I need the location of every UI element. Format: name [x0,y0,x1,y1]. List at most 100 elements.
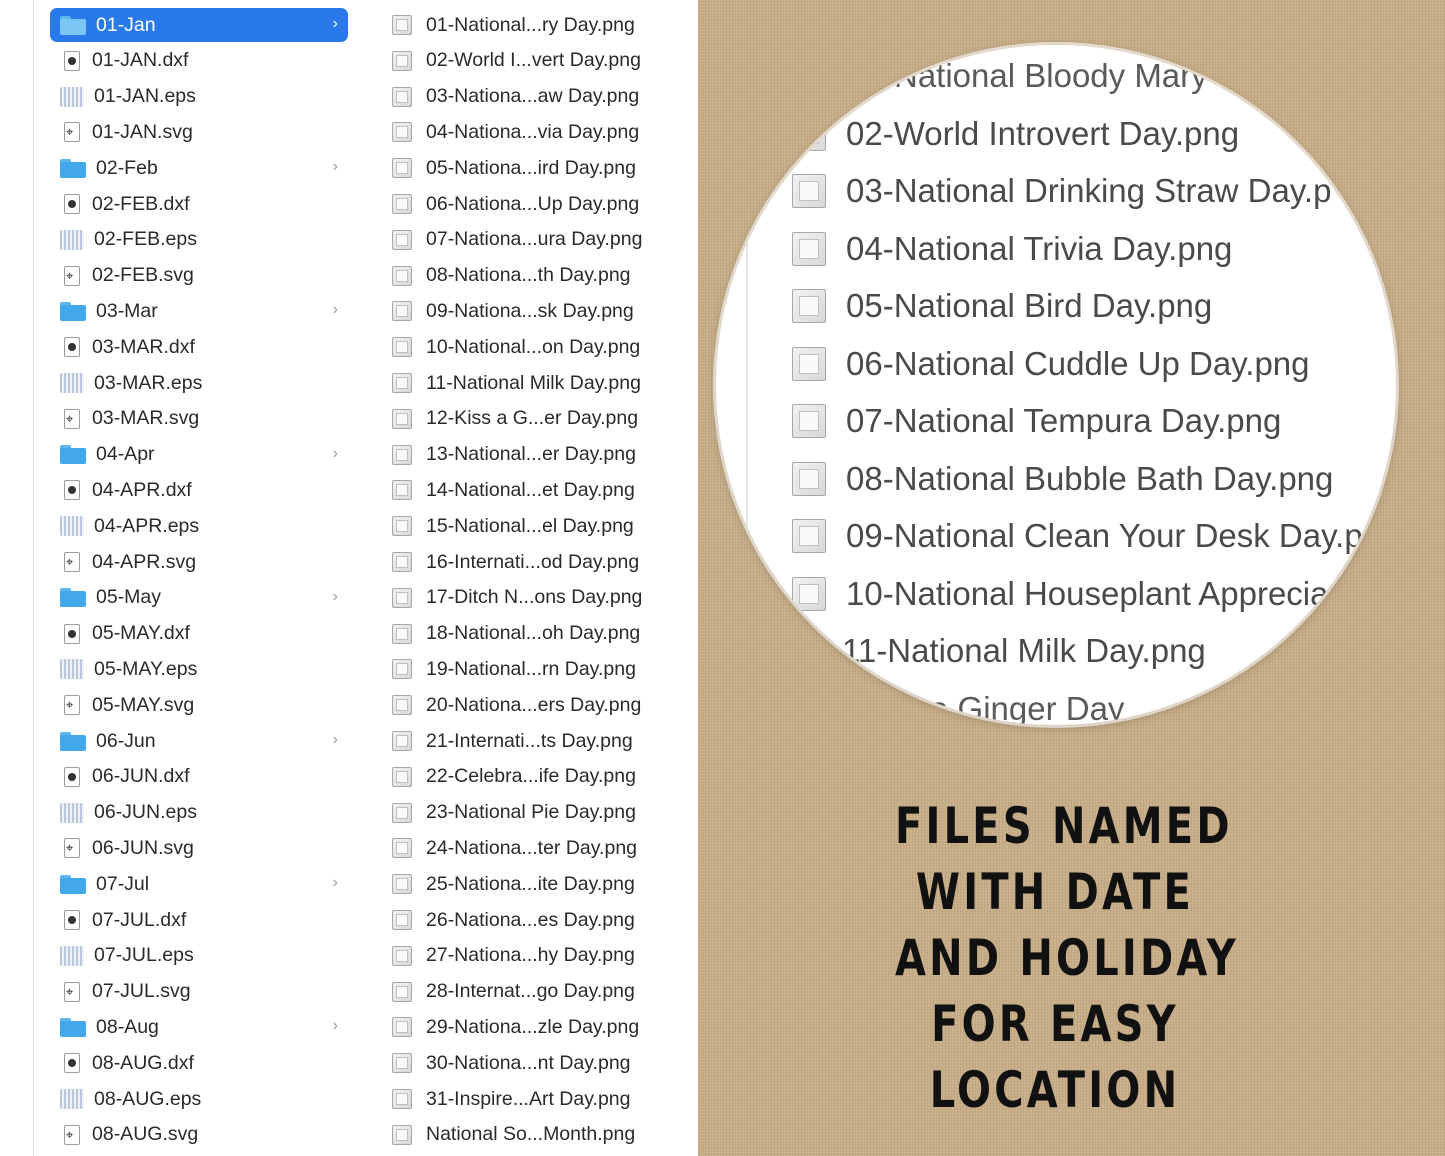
item-label: 03-MAR.svg [92,407,200,430]
column-divider [746,45,748,725]
file-row[interactable]: 03-Nationa...aw Day.png [392,80,692,114]
folder-row[interactable]: 07-Jul › [50,867,348,901]
file-row[interactable]: 01-JAN.dxf [50,44,348,78]
png-file-icon [392,1089,412,1109]
file-row[interactable]: 06-Nationa...Up Day.png [392,187,692,221]
item-label: 18-National...oh Day.png [426,622,641,645]
file-row[interactable]: 28-Internat...go Day.png [392,975,692,1009]
file-row[interactable]: 07-JUL.svg [50,975,348,1009]
file-row[interactable]: 05-MAY.eps [50,652,348,686]
file-row[interactable]: 07-JUL.dxf [50,903,348,937]
png-file-icon [392,1017,412,1038]
file-row[interactable]: 30-Nationa...nt Day.png [392,1046,692,1080]
item-label: 04-APR.svg [92,550,197,573]
file-row[interactable]: 08-AUG.eps [50,1082,348,1116]
zoomed-file-label: 07-National Tempura Day.png [846,402,1282,439]
file-row[interactable]: 09-Nationa...sk Day.png [392,294,692,328]
chevron-right-icon: › [332,15,338,32]
zoomed-file-row: 08-National Bubble Bath Day.png [792,454,1333,504]
png-file-icon [392,265,412,286]
file-row[interactable]: 02-World I...vert Day.png [392,44,692,78]
file-row[interactable]: 11-National Milk Day.png [392,366,692,400]
item-label: 06-Jun [96,729,156,752]
file-row[interactable]: 05-MAY.dxf [50,617,348,651]
file-row[interactable]: National So...Month.png [392,1118,692,1152]
file-row[interactable]: 03-MAR.dxf [50,330,348,364]
item-label: 09-Nationa...sk Day.png [426,299,634,322]
file-row[interactable]: 01-JAN.eps [50,80,348,114]
file-row[interactable]: 20-Nationa...ers Day.png [392,688,692,722]
file-row[interactable]: 29-Nationa...zle Day.png [392,1010,692,1044]
file-row[interactable]: 19-National...rn Day.png [392,652,692,686]
file-row[interactable]: 07-Nationa...ura Day.png [392,223,692,257]
file-row[interactable]: 12-Kiss a G...er Day.png [392,402,692,436]
file-row[interactable]: 05-MAY.svg [50,688,348,722]
zoomed-file-row: 05-National Bird Day.png [792,281,1212,331]
folder-row[interactable]: 08-Aug › [50,1010,348,1044]
folder-row[interactable]: 06-Jun › [50,724,348,758]
file-row[interactable]: 04-APR.svg [50,545,348,579]
file-row[interactable]: 15-National...el Day.png [392,509,692,543]
file-row[interactable]: 06-JUN.svg [50,831,348,865]
png-file-icon [392,766,412,787]
png-file-icon [392,480,412,501]
chevron-right-icon: › [332,874,338,892]
folder-row[interactable]: 03-Mar › [50,294,348,328]
file-row[interactable]: 04-APR.eps [50,509,348,543]
folder-row[interactable]: 05-May › [50,581,348,615]
file-row[interactable]: 06-JUN.eps [50,796,348,830]
file-row[interactable]: 23-National Pie Day.png [392,796,692,830]
file-row[interactable]: 03-MAR.eps [50,366,348,400]
file-row[interactable]: 10-National...on Day.png [392,330,692,364]
file-row[interactable]: 04-APR.dxf [50,473,348,507]
file-row[interactable]: 25-Nationa...ite Day.png [392,867,692,901]
svg-file-icon [64,408,80,429]
file-row[interactable]: 05-Nationa...ird Day.png [392,151,692,185]
folder-icon [60,588,86,608]
file-row[interactable]: 24-Nationa...ter Day.png [392,831,692,865]
file-row[interactable]: 01-National...ry Day.png [392,8,692,42]
file-row[interactable]: 01-JAN.svg [50,115,348,149]
file-row[interactable]: 17-Ditch N...ons Day.png [392,581,692,615]
item-label: 13-National...er Day.png [426,443,636,466]
png-file-icon [792,289,826,323]
file-row[interactable]: 08-AUG.svg [50,1118,348,1152]
file-row[interactable]: 26-Nationa...es Day.png [392,903,692,937]
folder-row[interactable]: 02-Feb › [50,151,348,185]
png-file-icon [392,301,412,322]
zoomed-file-label: 10-National Houseplant Apprecia [846,574,1329,612]
file-row[interactable]: 02-FEB.svg [50,259,348,293]
file-row[interactable]: 13-National...er Day.png [392,438,692,472]
file-row[interactable]: 08-AUG.dxf [50,1046,348,1080]
file-row[interactable]: 22-Celebra...ife Day.png [392,760,692,794]
folder-icon [60,158,86,178]
item-label: 29-Nationa...zle Day.png [426,1015,640,1038]
file-row[interactable]: 18-National...oh Day.png [392,617,692,651]
folder-row[interactable]: 04-Apr › [50,438,348,472]
file-row[interactable]: 16-Internati...od Day.png [392,545,692,579]
file-row[interactable]: 03-MAR.svg [50,402,348,436]
zoomed-file-row: 03-National Drinking Straw Day.p [792,166,1331,216]
dxf-file-icon [64,766,80,787]
file-row[interactable]: 27-Nationa...hy Day.png [392,939,692,973]
file-row[interactable]: 31-Inspire...Art Day.png [392,1082,692,1116]
file-row[interactable]: 04-Nationa...via Day.png [392,115,692,149]
item-label: 04-APR.eps [94,514,200,537]
item-label: 01-JAN.dxf [92,49,189,72]
file-row[interactable]: 02-FEB.dxf [50,187,348,221]
file-row[interactable]: 21-Internati...ts Day.png [392,724,692,758]
file-row[interactable]: 02-FEB.eps [50,223,348,257]
file-row[interactable]: 08-Nationa...th Day.png [392,259,692,293]
file-row[interactable]: 14-National...et Day.png [392,473,692,507]
file-row[interactable]: 06-JUN.dxf [50,760,348,794]
file-row[interactable]: 07-JUL.eps [50,939,348,973]
folder-row[interactable]: 01-Jan › [50,8,348,42]
png-file-icon [392,981,412,1002]
folder-icon [60,301,86,321]
zoomed-file-label: 11-National Milk Day.png [842,632,1206,669]
png-file-icon [792,461,826,496]
png-file-icon [392,337,412,358]
chevron-right-icon: › [332,731,338,748]
item-label: 08-Nationa...th Day.png [426,264,631,287]
item-label: 03-Nationa...aw Day.png [426,85,640,108]
